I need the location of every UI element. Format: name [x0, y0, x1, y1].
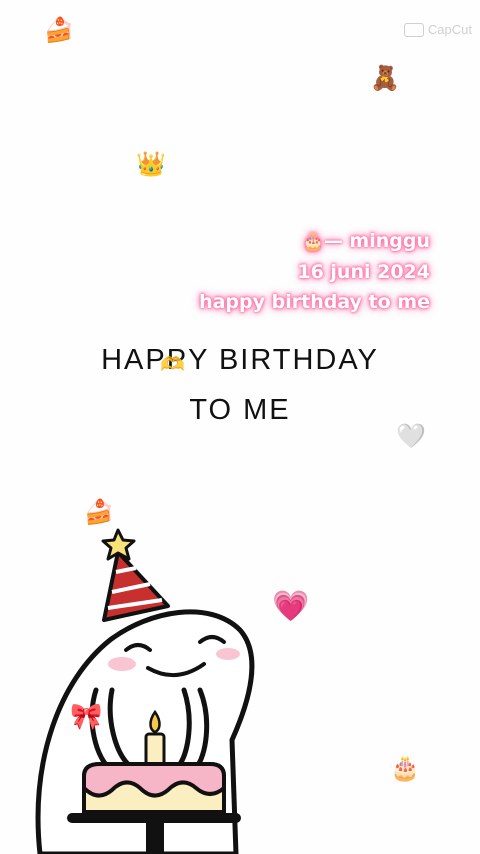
story-canvas: CapCut 🍰 🧸 👑 🎂— minggu 16 juni 2024 happ…	[0, 0, 480, 854]
cake-stand-stem	[146, 822, 164, 854]
left-cheek	[108, 657, 136, 671]
right-cheek	[216, 648, 240, 660]
candle-flame	[149, 709, 161, 734]
star-icon	[101, 528, 136, 561]
bow-icon: 🎀	[70, 702, 103, 732]
cake-frosting	[82, 762, 226, 798]
